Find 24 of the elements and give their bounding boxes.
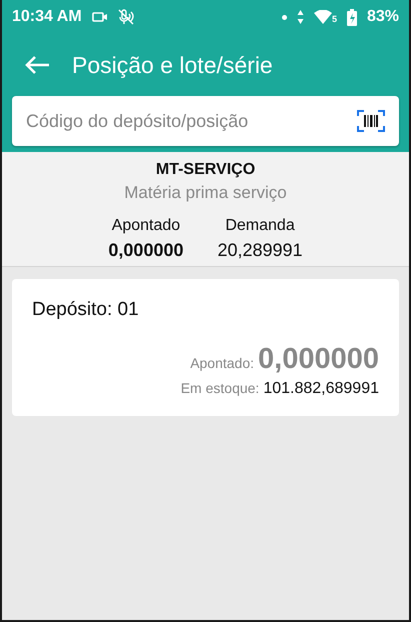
stock-label: Em estoque: xyxy=(180,380,260,396)
stock-value: 101.882,689991 xyxy=(263,380,379,398)
product-name: Matéria prima serviço xyxy=(123,183,288,203)
notification-dot-icon xyxy=(282,14,287,20)
stat-value: 20,289991 xyxy=(217,240,303,261)
deposit-title: Depósito: 01 xyxy=(32,299,140,321)
data-arrows-icon xyxy=(296,10,304,24)
battery-charging-icon xyxy=(346,8,357,26)
apontado-value: 0,000000 xyxy=(258,343,379,376)
wifi-icon xyxy=(314,10,332,24)
apontado-label: Apontado: xyxy=(190,355,254,371)
search-field[interactable]: Código do depósito/posição xyxy=(12,96,399,146)
network-type-label: 5 xyxy=(332,14,337,24)
stat-value: 0,000000 xyxy=(108,240,184,261)
battery-percentage: 83% xyxy=(366,8,399,26)
stat-label: Apontado xyxy=(110,217,182,235)
stat-label: Demanda xyxy=(224,217,296,235)
video-camera-icon xyxy=(92,11,108,23)
clock-time: 10:34 AM xyxy=(12,8,82,26)
deposit-card[interactable]: Depósito: 01 Apontado:0,000000 Em estoque: 101.882,689991 xyxy=(12,279,399,416)
product-code: MT-SERVIÇO xyxy=(154,161,256,179)
screen-title: Posição e lote/série xyxy=(72,52,273,78)
barcode-scan-icon[interactable] xyxy=(357,109,385,133)
back-arrow-icon[interactable] xyxy=(24,55,50,75)
